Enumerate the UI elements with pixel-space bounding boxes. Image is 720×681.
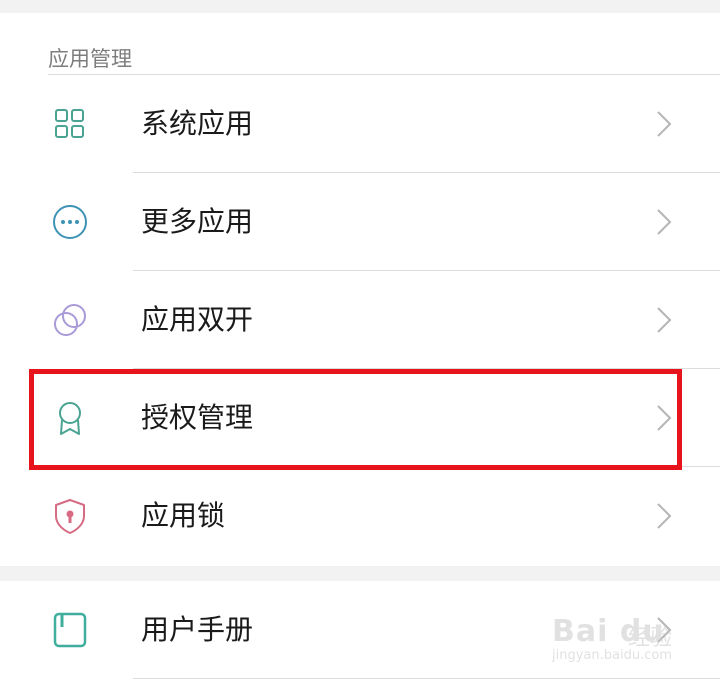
item-label: 应用锁 [141, 499, 226, 532]
chevron-right-icon [657, 307, 672, 333]
highlight-box [29, 369, 682, 470]
section-title: 应用管理 [48, 47, 132, 71]
settings-item-dual-apps[interactable]: 应用双开 [0, 271, 720, 369]
grid-icon [55, 109, 84, 138]
watermark-url: jingyan.baidu.com [552, 648, 672, 663]
item-label: 应用双开 [141, 303, 254, 336]
item-label: 更多应用 [141, 205, 254, 238]
chevron-right-icon [657, 503, 672, 529]
more-dots-icon [53, 205, 87, 239]
manual-book-icon [53, 612, 87, 648]
top-spacer [0, 0, 720, 13]
chevron-right-icon [657, 111, 672, 137]
settings-item-more-apps[interactable]: 更多应用 [0, 173, 720, 271]
settings-item-system-apps[interactable]: 系统应用 [0, 75, 720, 173]
divider [133, 678, 720, 679]
item-label: 用户手册 [141, 613, 254, 646]
chevron-right-icon [657, 209, 672, 235]
shield-lock-icon [55, 499, 85, 534]
app-management-card: 应用管理 系统应用 更多应用 应用双开 授权管理 应用锁 [0, 13, 720, 566]
dual-circles-icon [54, 304, 86, 336]
watermark: Bai du 经验 jingyan.baidu.com [550, 600, 690, 670]
item-label: 系统应用 [141, 107, 254, 140]
settings-item-app-lock[interactable]: 应用锁 [0, 467, 720, 565]
